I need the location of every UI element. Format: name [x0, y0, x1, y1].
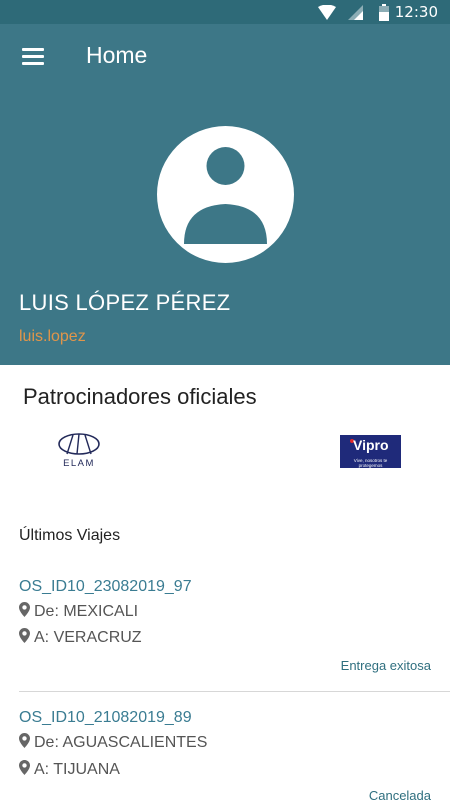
wifi-icon — [318, 5, 336, 20]
trip-status: Cancelada — [368, 788, 431, 803]
elam-emblem-icon — [58, 433, 100, 455]
trip-item[interactable]: OS_ID10_23082019_97 De: MEXICALI A: VERA… — [0, 578, 450, 678]
user-username[interactable]: luis.lopez — [19, 328, 86, 346]
trip-id-link[interactable]: OS_ID10_21082019_89 — [19, 709, 192, 727]
trip-destination: A: TIJUANA — [19, 760, 120, 779]
trip-destination-text: A: VERACRUZ — [34, 629, 142, 646]
status-time: 12:30 — [394, 3, 438, 21]
vipro-tagline: Vive, nosotros te protegemos — [353, 458, 388, 468]
status-bar: 12:30 — [0, 0, 450, 24]
elam-logo[interactable]: ELAM — [55, 432, 103, 472]
trip-origin-text: De: MEXICALI — [34, 603, 139, 620]
signal-icon — [348, 5, 363, 20]
location-pin-icon — [19, 602, 30, 617]
page-title: Home — [86, 42, 148, 68]
sponsors-title: Patrocinadores oficiales — [23, 384, 257, 409]
trip-item[interactable]: OS_ID10_21082019_89 De: AGUASCALIENTES A… — [0, 709, 450, 803]
trip-origin-text: De: AGUASCALIENTES — [34, 734, 208, 751]
hamburger-menu-icon[interactable] — [22, 48, 44, 66]
profile-header: LUIS LÓPEZ PÉREZ luis.lopez — [0, 90, 450, 365]
app-bar: Home — [0, 24, 450, 90]
battery-icon — [379, 4, 389, 21]
elam-logo-text: ELAM — [63, 458, 95, 469]
vipro-logo[interactable]: Vipro Vive, nosotros te protegemos — [340, 435, 401, 468]
location-pin-icon — [19, 628, 30, 643]
user-avatar-icon — [157, 126, 294, 263]
trip-origin: De: MEXICALI — [19, 602, 138, 621]
trip-id-link[interactable]: OS_ID10_23082019_97 — [19, 578, 192, 596]
location-pin-icon — [19, 760, 30, 775]
trip-origin: De: AGUASCALIENTES — [19, 733, 207, 752]
divider — [19, 691, 450, 692]
user-name: LUIS LÓPEZ PÉREZ — [19, 290, 231, 315]
recent-trips-title: Últimos Viajes — [19, 527, 121, 544]
trip-status: Entrega exitosa — [340, 658, 431, 673]
trip-destination: A: VERACRUZ — [19, 628, 142, 647]
vipro-logo-text: Vipro — [353, 437, 389, 453]
trip-destination-text: A: TIJUANA — [34, 761, 120, 778]
location-pin-icon — [19, 733, 30, 748]
